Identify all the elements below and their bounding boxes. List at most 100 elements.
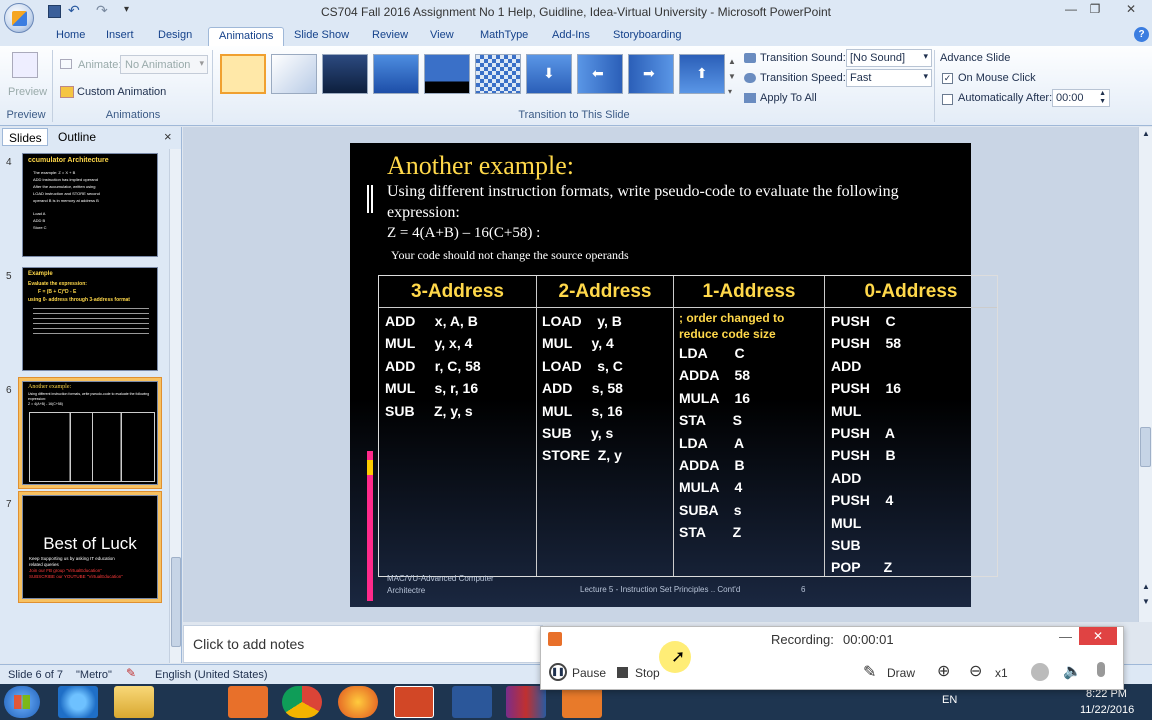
microphone-icon[interactable] (1097, 662, 1105, 677)
transition-wipe-down-thumb[interactable]: ⬇ (526, 54, 572, 94)
instruction: PUSH 58 (831, 335, 902, 352)
auto-after-checkbox[interactable] (942, 94, 953, 105)
prev-slide-icon[interactable]: ▲ (1142, 582, 1150, 591)
slide-thumbnail-7[interactable]: Best of Luck Keep Supporting us by askin… (22, 495, 158, 599)
instruction: MUL y, 4 (542, 335, 614, 352)
transition-dissolve-thumb[interactable] (475, 54, 521, 94)
instruction: ADDA B (679, 457, 745, 474)
windows-logo-icon (14, 695, 30, 709)
speaker-icon[interactable]: 🔈 (1063, 662, 1082, 680)
instruction: LDA A (679, 434, 745, 451)
tab-slides[interactable]: Slides (2, 128, 48, 146)
slide[interactable]: Another example: Using different instruc… (350, 143, 998, 607)
thumb-number: 4 (6, 157, 12, 168)
animate-select[interactable]: No Animation ▾ (120, 55, 208, 74)
zoom-out-icon[interactable]: ⊖ (969, 661, 982, 681)
vertical-scrollbar[interactable]: ▲ ▲ ▼ (1138, 127, 1152, 622)
help-icon[interactable]: ? (1134, 27, 1149, 42)
tab-animations[interactable]: Animations (208, 27, 285, 46)
next-slide-icon[interactable]: ▼ (1142, 597, 1150, 606)
notes-pane[interactable]: Click to add notes (183, 625, 543, 663)
recorder-app-icon[interactable] (228, 686, 268, 718)
animate-value: No Animation (125, 59, 191, 71)
tab-home[interactable]: Home (46, 27, 95, 46)
transition-dark-thumb[interactable] (322, 54, 368, 94)
powerpoint-taskbar-icon[interactable] (394, 686, 434, 718)
transition-wipe-right-thumb[interactable]: ➡ (628, 54, 674, 94)
pause-icon[interactable]: ❚❚ (549, 663, 567, 681)
gallery-scroll[interactable]: ▲ ▼ ▾ (728, 54, 738, 100)
spell-check-icon[interactable]: ✎ (126, 666, 136, 680)
tab-mathtype[interactable]: MathType (470, 27, 538, 46)
thumb-number: 5 (6, 271, 12, 282)
winrar-icon[interactable] (506, 686, 546, 718)
draw-button[interactable]: Draw (887, 666, 915, 680)
chrome-icon[interactable] (282, 686, 322, 718)
instruction: ADD x, A, B (385, 313, 478, 329)
close-window-icon[interactable]: ✕ (1114, 0, 1148, 20)
on-mouse-click-label: On Mouse Click (958, 72, 1036, 84)
arrow-left-icon: ⬅ (592, 65, 604, 81)
webcam-icon[interactable] (1031, 663, 1049, 681)
word-icon[interactable] (452, 686, 492, 718)
transition-speed-select[interactable]: Fast ▾ (846, 69, 932, 87)
tab-design[interactable]: Design (148, 27, 202, 46)
transition-fade-thumb[interactable] (271, 54, 317, 94)
auto-after-spinner[interactable]: 00:00 ▲ ▼ (1052, 89, 1110, 107)
instruction: SUB y, s (542, 425, 614, 442)
header-0-address: 0-Address (824, 276, 997, 308)
preview-label: Preview (8, 86, 48, 98)
recorder-close-button[interactable]: ✕ (1079, 627, 1117, 645)
tab-insert[interactable]: Insert (96, 27, 144, 46)
slide-thumbnail-5[interactable]: Example Evaluate the expression: F = (B … (22, 267, 158, 371)
zoom-in-icon[interactable]: ⊕ (937, 661, 950, 681)
slide-thumbnail-4[interactable]: ccumulator Architecture The example: Z =… (22, 153, 158, 257)
pause-button[interactable]: Pause (572, 666, 606, 680)
group-transition-label: Transition to This Slide (518, 109, 630, 121)
thumb-line: SUBSCRIBE our YOUTUBE "VirtualEducation" (29, 574, 123, 579)
minimize-icon[interactable]: — (1058, 0, 1084, 20)
instruction: PUSH A (831, 425, 896, 442)
tray-language[interactable]: EN (942, 694, 957, 706)
ie-icon[interactable] (58, 686, 98, 718)
preview-button[interactable]: Preview (4, 50, 48, 100)
folder-icon[interactable] (114, 686, 154, 718)
tab-view[interactable]: View (420, 27, 464, 46)
recorder-minimize-icon[interactable]: — (1059, 629, 1072, 644)
tab-slide-show[interactable]: Slide Show (284, 27, 359, 46)
pdf-icon[interactable] (562, 686, 602, 718)
transition-wipe-left-thumb[interactable]: ⬅ (577, 54, 623, 94)
on-mouse-click-checkbox[interactable]: ✓ (942, 73, 953, 84)
tab-add-ins[interactable]: Add-Ins (542, 27, 600, 46)
start-button[interactable] (4, 686, 40, 718)
scroll-thumb[interactable] (171, 557, 181, 647)
column-3-address: ADD x, A, B MUL y, x, 4 ADD r, C, 58 MUL… (379, 308, 536, 576)
tab-outline[interactable]: Outline (52, 128, 106, 146)
transition-none-thumb[interactable] (220, 54, 266, 94)
maximize-icon[interactable]: ❐ (1082, 0, 1108, 20)
tab-storyboarding[interactable]: Storyboarding (603, 27, 692, 46)
thumb-body: Keep Supporting us by asking IT educatio… (23, 554, 157, 582)
custom-animation-button[interactable]: Custom Animation (60, 84, 200, 102)
firefox-icon[interactable] (338, 686, 378, 718)
stop-icon[interactable] (617, 667, 628, 678)
office-button[interactable] (4, 3, 34, 33)
scroll-thumb[interactable] (1140, 427, 1151, 467)
transition-black-thumb[interactable] (424, 54, 470, 94)
apply-all-icon (744, 93, 756, 103)
instruction: MULA 4 (679, 479, 743, 496)
transition-wipe-up-thumb[interactable]: ⬆ (679, 54, 725, 94)
stop-button[interactable]: Stop (635, 666, 660, 680)
transition-sound-select[interactable]: [No Sound] ▾ (846, 49, 932, 67)
transition-cut-thumb[interactable] (373, 54, 419, 94)
draw-icon[interactable]: ✎ (863, 662, 876, 682)
recording-time: 00:00:01 (843, 632, 894, 647)
apply-to-all-button[interactable]: Apply To All (760, 92, 817, 104)
tab-review[interactable]: Review (362, 27, 418, 46)
slide-thumbnail-6[interactable]: Another example: Using different instruc… (22, 381, 158, 485)
scroll-up-icon[interactable]: ▲ (1142, 129, 1150, 138)
slide-line-1: Using different instruction formats, wri… (387, 183, 899, 200)
close-panel-icon[interactable]: × (164, 129, 172, 144)
group-preview-label: Preview (6, 109, 46, 121)
panel-scrollbar[interactable] (169, 149, 181, 663)
